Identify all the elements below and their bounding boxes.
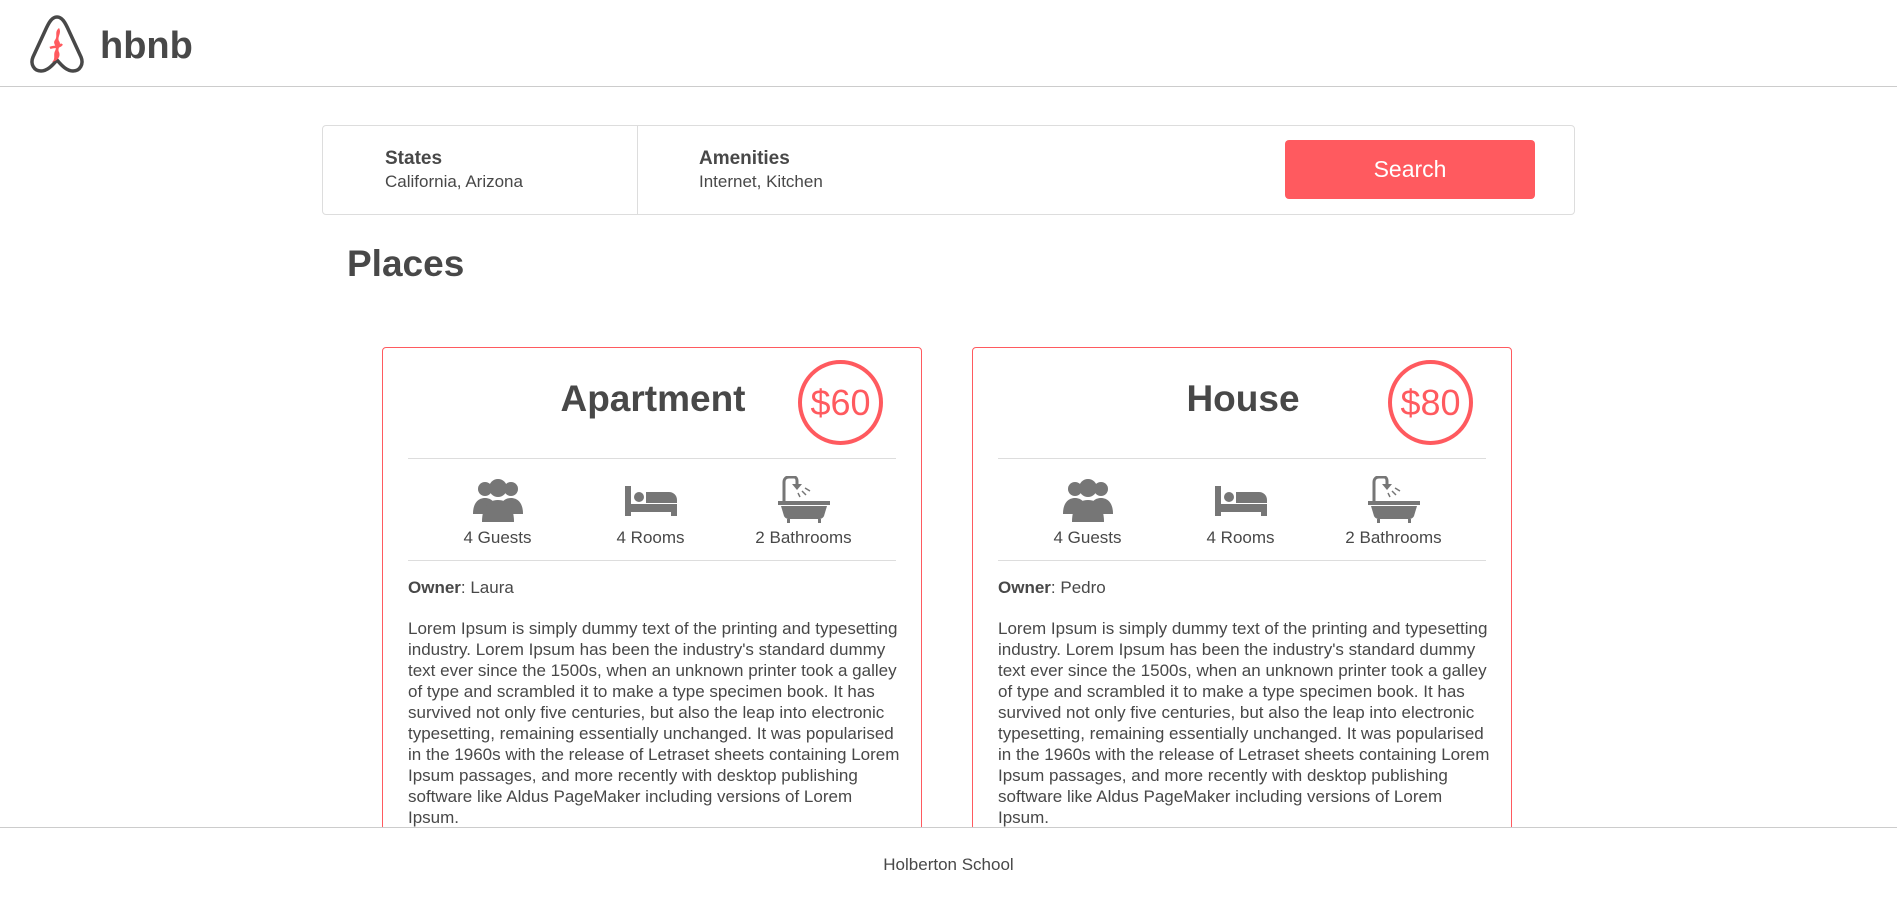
divider [408,560,896,561]
owner-label: Owner [408,578,461,597]
owner-line: Owner: Pedro [998,578,1106,598]
guests-label: 4 Guests [1053,528,1122,547]
guests-icon [472,479,523,522]
states-filter[interactable]: States California, Arizona [323,126,638,214]
bathtub-icon [777,476,830,523]
rooms-info: 4 Rooms [574,476,727,556]
price-badge: $60 [798,360,883,445]
rooms-label: 4 Rooms [616,528,685,547]
owner-label: Owner [998,578,1051,597]
bathtub-icon [1367,476,1420,523]
footer-text: Holberton School [883,855,1014,874]
header: hbnb [0,0,1897,87]
bathrooms-info: 2 Bathrooms [727,476,880,556]
guests-info: 4 Guests [421,476,574,556]
guests-label: 4 Guests [463,528,532,547]
states-filter-title: States [385,148,443,169]
hbnb-logo[interactable]: hbnb [28,14,196,74]
amenities-filter-value: Internet, Kitchen [699,172,823,191]
filters-panel: States California, Arizona Amenities Int… [322,125,1575,215]
place-card-apartment[interactable]: Apartment $60 4 Guests 4 Rooms 2 Bathroo… [382,347,922,867]
divider [408,458,896,459]
amenities-filter[interactable]: Amenities Internet, Kitchen [637,126,1137,214]
bed-icon [624,486,677,516]
guests-icon [1062,479,1113,522]
owner-name: : Laura [460,578,514,597]
bed-icon [1214,486,1267,516]
rooms-label: 4 Rooms [1206,528,1275,547]
states-filter-value: California, Arizona [385,172,523,191]
places-title: Places [347,243,465,284]
place-description: Lorem Ipsum is simply dummy text of the … [998,619,1490,827]
bathrooms-label: 2 Bathrooms [1345,528,1442,547]
price-badge: $80 [1388,360,1473,445]
owner-line: Owner: Laura [408,578,514,598]
guests-info: 4 Guests [1011,476,1164,556]
rooms-info: 4 Rooms [1164,476,1317,556]
footer: Holberton School [0,827,1897,899]
bathrooms-label: 2 Bathrooms [755,528,852,547]
airbnb-logo-icon [30,15,84,73]
bathrooms-info: 2 Bathrooms [1317,476,1470,556]
divider [998,458,1486,459]
owner-name: : Pedro [1050,578,1106,597]
amenities-filter-title: Amenities [699,148,790,169]
search-button[interactable]: Search [1285,140,1535,199]
place-card-house[interactable]: House $80 4 Guests 4 Rooms 2 Bathrooms O… [972,347,1512,867]
logo-text: hbnb [100,25,193,67]
place-description: Lorem Ipsum is simply dummy text of the … [408,619,900,827]
divider [998,560,1486,561]
